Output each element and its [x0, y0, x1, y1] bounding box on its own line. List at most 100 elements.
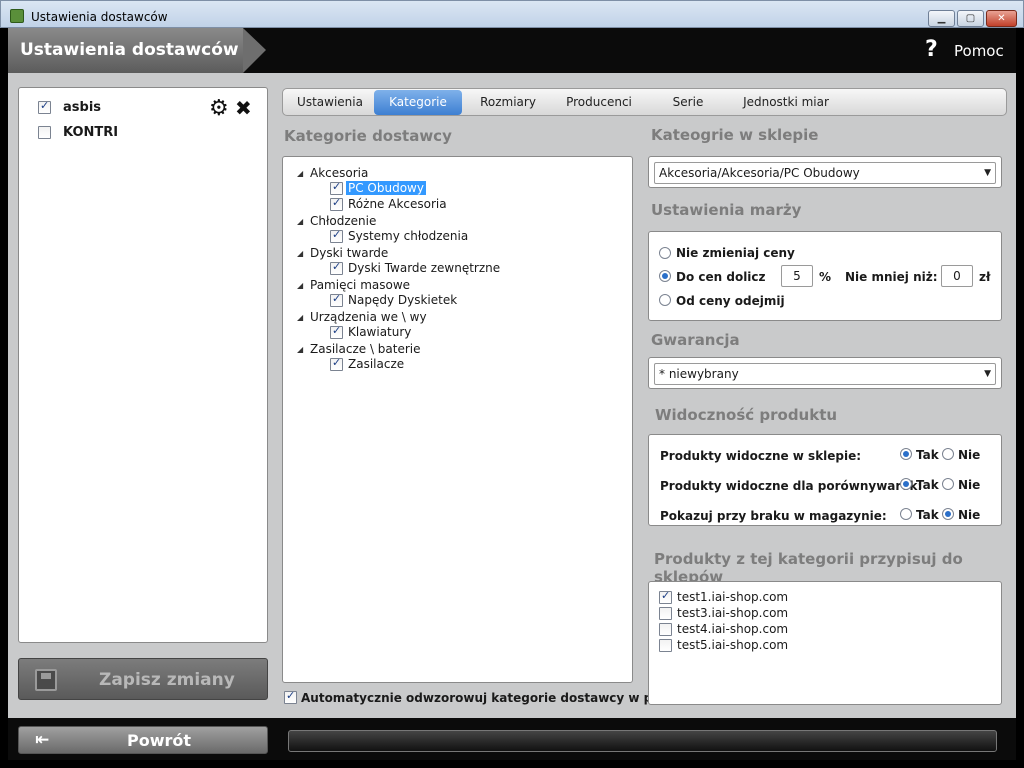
window-titlebar: Ustawienia dostawców ▁ ▢ ✕	[0, 0, 1024, 28]
radio-visible-comparators-no[interactable]	[942, 478, 954, 490]
check-icon: ✓	[332, 292, 342, 305]
no-label[interactable]: Nie	[958, 508, 980, 522]
tree-checkbox[interactable]: ✓	[330, 292, 343, 307]
check-icon: ✓	[332, 260, 342, 273]
check-icon: ✓	[332, 356, 342, 369]
supplier-item-kontri[interactable]: KONTRI	[63, 125, 118, 140]
min-value-input[interactable]: 0	[941, 265, 973, 287]
supplier-categories-title: Kategorie dostawcy	[284, 127, 452, 145]
app-header: Ustawienia dostawców ? Pomoc	[8, 28, 1016, 73]
page-title: Ustawienia dostawców	[8, 28, 243, 73]
shop-checkbox[interactable]	[659, 623, 672, 636]
back-button-label: Powrót	[127, 731, 192, 750]
shop-category-select[interactable]: Akcesoria/Akcesoria/PC Obudowy ▼	[648, 156, 1002, 188]
radio-no-change[interactable]	[659, 247, 671, 259]
radio-out-of-stock-no[interactable]	[942, 508, 954, 520]
tree-leaf-systemy-chlodzenia[interactable]: Systemy chłodzenia	[346, 229, 470, 243]
main-area: ✓ asbis KONTRI ⚙ ✖ Zapisz zmiany Ustawie…	[8, 73, 1016, 718]
warranty-select[interactable]: * niewybrany ▼	[648, 357, 1002, 389]
tree-leaf-pc-obudowy[interactable]: PC Obudowy	[346, 181, 426, 195]
tree-node-pamieci-masowe[interactable]: Pamięci masowe	[310, 278, 410, 292]
minimize-button[interactable]: ▁	[928, 10, 955, 27]
gear-icon[interactable]: ⚙	[209, 96, 229, 121]
dropdown-arrow-icon: ▼	[984, 369, 991, 379]
yes-label[interactable]: Tak	[916, 508, 939, 522]
check-icon: ✓	[661, 589, 671, 602]
tree-node-zasilacze-baterie[interactable]: Zasilacze \ baterie	[310, 342, 421, 356]
no-label[interactable]: Nie	[958, 478, 980, 492]
tab-ustawienia[interactable]: Ustawienia	[288, 90, 372, 115]
tree-checkbox[interactable]: ✓	[330, 356, 343, 371]
close-window-button[interactable]: ✕	[986, 10, 1017, 27]
tab-rozmiary[interactable]: Rozmiary	[465, 90, 551, 115]
tab-producenci[interactable]: Producenci	[553, 90, 645, 115]
radio-add[interactable]	[659, 270, 671, 282]
tree-checkbox[interactable]: ✓	[330, 260, 343, 275]
title-arrow	[243, 28, 266, 73]
supplier-checkbox-asbis[interactable]: ✓	[38, 99, 51, 114]
radio-out-of-stock-yes[interactable]	[900, 508, 912, 520]
radio-subtract[interactable]	[659, 294, 671, 306]
tree-node-dyski-twarde[interactable]: Dyski twarde	[310, 246, 388, 260]
tree-leaf-klawiatury[interactable]: Klawiatury	[346, 325, 413, 339]
label-add[interactable]: Do cen dolicz	[676, 270, 766, 284]
tree-node-urzadzenia[interactable]: Urządzenia we \ wy	[310, 310, 427, 324]
tree-checkbox[interactable]: ✓	[330, 196, 343, 211]
progress-bar	[288, 730, 997, 752]
tree-checkbox[interactable]: ✓	[330, 180, 343, 195]
delete-icon[interactable]: ✖	[235, 96, 252, 120]
tree-leaf-napedy-dyskietek[interactable]: Napędy Dyskietek	[346, 293, 459, 307]
shop-item[interactable]: test1.iai-shop.com	[677, 590, 788, 604]
maximize-button[interactable]: ▢	[957, 10, 984, 27]
shop-category-value: Akcesoria/Akcesoria/PC Obudowy	[659, 166, 860, 180]
tree-checkbox[interactable]: ✓	[330, 324, 343, 339]
visibility-row-label: Produkty widoczne w sklepie:	[660, 449, 862, 463]
supplier-checkbox-kontri[interactable]	[38, 126, 51, 139]
back-button[interactable]: ⇤ Powrót	[18, 726, 268, 754]
expand-arrow-icon[interactable]: ◢	[297, 313, 303, 322]
tree-leaf-dyski-zewnetrzne[interactable]: Dyski Twarde zewnętrzne	[346, 261, 502, 275]
tree-checkbox[interactable]: ✓	[330, 228, 343, 243]
supplier-item-asbis[interactable]: asbis	[63, 100, 101, 115]
margin-title: Ustawienia marży	[651, 201, 802, 219]
shop-checkbox[interactable]	[659, 639, 672, 652]
app-icon	[10, 9, 24, 23]
tree-leaf-rozne-akcesoria[interactable]: Różne Akcesoria	[346, 197, 449, 211]
tree-leaf-zasilacze[interactable]: Zasilacze	[346, 357, 406, 371]
assign-shops-box: ✓ test1.iai-shop.com test3.iai-shop.com …	[648, 581, 1002, 705]
help-icon[interactable]: ?	[925, 37, 938, 62]
expand-arrow-icon[interactable]: ◢	[297, 217, 303, 226]
tree-node-chlodzenie[interactable]: Chłodzenie	[310, 214, 376, 228]
tab-kategorie[interactable]: Kategorie	[374, 90, 462, 115]
help-link[interactable]: Pomoc	[954, 42, 1004, 60]
label-no-change[interactable]: Nie zmieniaj ceny	[676, 246, 795, 260]
tab-serie[interactable]: Serie	[649, 90, 727, 115]
expand-arrow-icon[interactable]: ◢	[297, 169, 303, 178]
min-value-label: Nie mniej niż:	[845, 270, 938, 284]
yes-label[interactable]: Tak	[916, 448, 939, 462]
no-label[interactable]: Nie	[958, 448, 980, 462]
save-button[interactable]: Zapisz zmiany	[18, 658, 268, 700]
tab-jednostki-miar[interactable]: Jednostki miar	[731, 90, 841, 115]
expand-arrow-icon[interactable]: ◢	[297, 281, 303, 290]
label-subtract[interactable]: Od ceny odejmij	[676, 294, 785, 308]
expand-arrow-icon[interactable]: ◢	[297, 345, 303, 354]
shop-item[interactable]: test3.iai-shop.com	[677, 606, 788, 620]
shop-item[interactable]: test4.iai-shop.com	[677, 622, 788, 636]
shop-checkbox[interactable]: ✓	[659, 589, 672, 604]
yes-label[interactable]: Tak	[916, 478, 939, 492]
expand-arrow-icon[interactable]: ◢	[297, 249, 303, 258]
radio-visible-shop-no[interactable]	[942, 448, 954, 460]
radio-visible-shop-yes[interactable]	[900, 448, 912, 460]
check-icon: ✓	[40, 99, 50, 112]
tree-node-akcesoria[interactable]: Akcesoria	[310, 166, 368, 180]
floppy-disk-icon	[35, 669, 57, 691]
shop-checkbox[interactable]	[659, 607, 672, 620]
auto-map-label[interactable]: Automatycznie odwzorowuj kategorie dosta…	[301, 691, 690, 705]
shop-item[interactable]: test5.iai-shop.com	[677, 638, 788, 652]
tab-bar: Ustawienia Kategorie Rozmiary Producenci…	[282, 88, 1007, 116]
check-icon: ✓	[332, 324, 342, 337]
margin-add-input[interactable]: 5	[781, 265, 813, 287]
radio-visible-comparators-yes[interactable]	[900, 478, 912, 490]
auto-map-checkbox[interactable]: ✓	[284, 689, 297, 704]
